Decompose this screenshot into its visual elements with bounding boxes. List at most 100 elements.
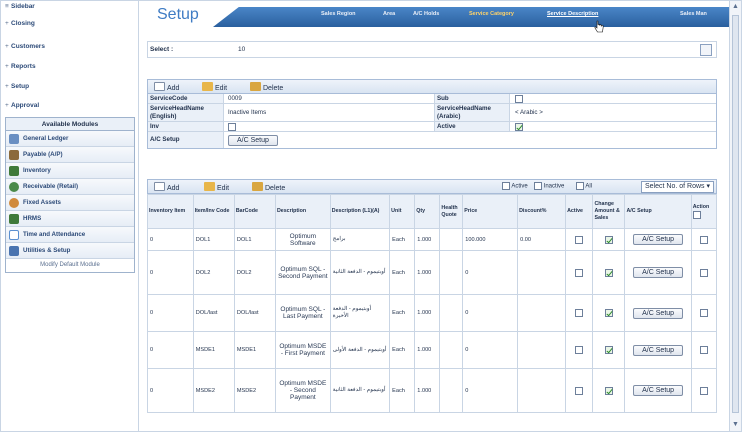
nav-link-customers[interactable]: + Customers bbox=[5, 41, 45, 53]
table-row[interactable]: 0 MSDE2 MSDE2 Optimum MSDE - Second Payment… bbox=[147, 368, 718, 413]
grid-edit-button[interactable]: Edit bbox=[204, 182, 229, 192]
active-checkbox[interactable] bbox=[575, 268, 584, 277]
filter-active[interactable]: Active bbox=[502, 182, 528, 190]
filter-inactive[interactable]: Inactive bbox=[534, 182, 564, 190]
ac-setup-button[interactable]: A/C Setup bbox=[633, 234, 684, 245]
sub-checkbox[interactable] bbox=[515, 94, 523, 103]
grid-delete-button[interactable]: Delete bbox=[252, 182, 285, 192]
grid-add-button[interactable]: Add bbox=[154, 182, 179, 192]
lookup-button[interactable] bbox=[700, 44, 712, 56]
scroll-up-arrow-icon[interactable]: ▲ bbox=[732, 3, 739, 10]
module-label: Utilities & Setup bbox=[23, 247, 71, 254]
form-row-service-code: ServiceCode 0009 Sub bbox=[148, 94, 716, 104]
row-select-checkbox[interactable] bbox=[699, 386, 708, 395]
ac-setup-button[interactable]: A/C Setup bbox=[633, 385, 684, 396]
tab-sales-man[interactable]: Sales Man bbox=[680, 11, 707, 17]
delete-button[interactable]: Delete bbox=[250, 82, 283, 92]
select-all-checkbox[interactable] bbox=[692, 210, 701, 219]
scroll-down-arrow-icon[interactable]: ▼ bbox=[732, 421, 739, 428]
tab-area[interactable]: Area bbox=[383, 11, 395, 17]
select-input[interactable]: 10 bbox=[238, 46, 245, 53]
ac-setup-button[interactable]: A/C Setup bbox=[633, 267, 684, 278]
scrollbar-thumb[interactable] bbox=[732, 15, 739, 413]
head-name-english-field[interactable]: Inactive Items bbox=[228, 104, 266, 121]
tab-service-category[interactable]: Service Category bbox=[469, 11, 514, 17]
inventory-icon bbox=[9, 166, 19, 176]
ac-setup-button[interactable]: A/C Setup bbox=[633, 307, 684, 319]
vertical-scrollbar[interactable]: ▲ ▼ bbox=[729, 1, 741, 431]
col-barcode[interactable]: BarCode bbox=[233, 194, 276, 229]
col-inventory-item[interactable]: Inventory Item bbox=[147, 194, 194, 229]
change-amount-checkbox[interactable] bbox=[604, 346, 613, 354]
tab-sales-region[interactable]: Sales Region bbox=[321, 11, 356, 17]
edit-button[interactable]: Edit bbox=[202, 82, 227, 92]
module-fixed-assets[interactable]: Fixed Assets bbox=[6, 195, 134, 211]
change-amount-checkbox[interactable] bbox=[604, 309, 613, 317]
table-row[interactable]: 0 DOL/last DOL/last Optimum SQL - Last Paym… bbox=[147, 294, 718, 332]
change-amount-checkbox[interactable] bbox=[604, 386, 613, 395]
active-checkbox[interactable] bbox=[575, 386, 584, 395]
col-item-code[interactable]: Item/Inv Code bbox=[192, 194, 235, 229]
inv-label: Inv bbox=[148, 122, 224, 131]
nav-link-approval[interactable]: + Approval bbox=[5, 100, 39, 112]
ac-setup-button[interactable]: A/C Setup bbox=[228, 134, 278, 146]
filter-inactive-checkbox[interactable] bbox=[534, 182, 542, 190]
col-discount[interactable]: Discount% bbox=[517, 194, 567, 229]
nav-link-closing[interactable]: + Closing bbox=[5, 18, 35, 30]
cell-change-amount bbox=[592, 331, 626, 369]
ac-setup-button[interactable]: A/C Setup bbox=[633, 344, 684, 356]
active-checkbox[interactable] bbox=[575, 235, 584, 244]
module-payable[interactable]: Payable (A/P) bbox=[6, 147, 134, 163]
modules-header: Available Modules bbox=[6, 118, 134, 131]
filter-active-checkbox[interactable] bbox=[502, 182, 510, 190]
active-checkbox[interactable] bbox=[575, 346, 584, 354]
add-button[interactable]: Add bbox=[154, 82, 179, 92]
module-general-ledger[interactable]: General Ledger bbox=[6, 131, 134, 147]
col-description[interactable]: Description bbox=[274, 194, 331, 229]
inv-checkbox[interactable] bbox=[228, 122, 236, 131]
table-row[interactable]: 0 DOL2 DOL2 Optimum SQL - Second Payment أوب… bbox=[147, 250, 718, 295]
nav-link-setup[interactable]: + Setup bbox=[5, 81, 29, 93]
tab-ac-holds[interactable]: A/C Holds bbox=[413, 11, 439, 17]
row-select-checkbox[interactable] bbox=[699, 268, 708, 277]
active-checkbox[interactable] bbox=[575, 309, 584, 317]
row-select-checkbox[interactable] bbox=[699, 346, 708, 354]
edit-icon bbox=[204, 182, 215, 191]
change-amount-checkbox[interactable] bbox=[604, 235, 613, 244]
change-amount-checkbox[interactable] bbox=[604, 268, 613, 277]
table-row[interactable]: 0 DOL1 DOL1 Optimum Software برامج Each 1.000 1… bbox=[147, 228, 718, 251]
col-active[interactable]: Active bbox=[565, 194, 594, 229]
col-change-amount[interactable]: Change Amount & Sales bbox=[592, 194, 626, 229]
col-qty[interactable]: Qty bbox=[414, 194, 441, 229]
cell-inventory-item: 0 bbox=[147, 228, 194, 251]
nav-link-reports[interactable]: + Reports bbox=[5, 61, 36, 73]
tab-service-description[interactable]: Service Description bbox=[547, 11, 598, 17]
col-price[interactable]: Price bbox=[462, 194, 519, 229]
add-label: Add bbox=[167, 185, 180, 192]
col-health-quote[interactable]: Health Quote bbox=[439, 194, 464, 229]
active-checkbox[interactable] bbox=[515, 122, 523, 131]
row-select-checkbox[interactable] bbox=[699, 309, 708, 317]
grid-body: 0 DOL1 DOL1 Optimum Software برامج Each 1.000 1… bbox=[147, 228, 718, 413]
module-hrms[interactable]: HRMS bbox=[6, 211, 134, 227]
module-inventory[interactable]: Inventory bbox=[6, 163, 134, 179]
table-row[interactable]: 0 MSDE1 MSDE1 Optimum MSDE - First Payment أ… bbox=[147, 331, 718, 369]
service-code-field[interactable]: 0009 bbox=[228, 94, 242, 103]
sub-field bbox=[515, 94, 523, 103]
rows-select[interactable]: Select No. of Rows ▾ bbox=[641, 181, 714, 193]
modify-default-module-link[interactable]: Modify Default Module bbox=[6, 259, 134, 272]
col-description-arabic[interactable]: Description (L1)(A) bbox=[329, 194, 391, 229]
filter-all[interactable]: All bbox=[576, 182, 592, 190]
module-receivable[interactable]: Receivable (Retail) bbox=[6, 179, 134, 195]
col-unit[interactable]: Unit bbox=[389, 194, 416, 229]
delete-icon bbox=[250, 82, 261, 91]
module-time-attendance[interactable]: Time and Attendance bbox=[6, 227, 134, 243]
col-ac-setup[interactable]: A/C Setup bbox=[624, 194, 692, 229]
row-select-checkbox[interactable] bbox=[699, 235, 708, 244]
filter-all-checkbox[interactable] bbox=[576, 182, 584, 190]
nav-link-sidebar-top[interactable]: ≡ Sidebar bbox=[5, 1, 35, 13]
head-name-arabic-field[interactable]: < Arabic > bbox=[515, 104, 543, 121]
col-action[interactable]: Action bbox=[690, 194, 718, 229]
form-toolbar: Add Edit Delete bbox=[147, 79, 717, 94]
module-utilities-setup[interactable]: Utilities & Setup bbox=[6, 243, 134, 259]
